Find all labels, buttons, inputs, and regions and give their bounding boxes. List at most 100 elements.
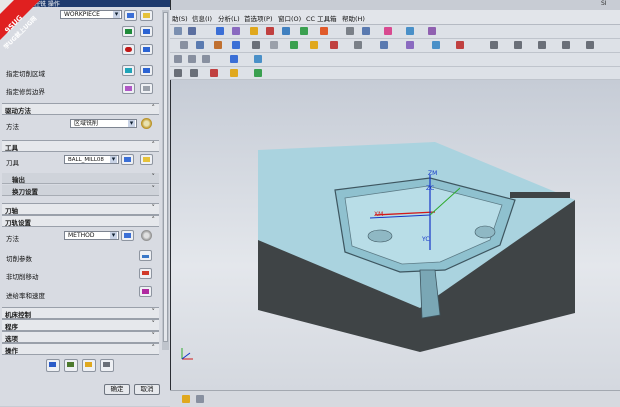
menu-item[interactable]: 信息(I) <box>192 13 212 23</box>
view-icon[interactable] <box>188 27 196 35</box>
edit-drive-method-icon[interactable] <box>141 118 152 129</box>
trim-icon[interactable] <box>290 41 298 49</box>
workpiece-select[interactable]: WORKPIECE <box>60 10 122 19</box>
flashlight-icon <box>143 68 150 73</box>
vector-icon[interactable] <box>254 69 262 77</box>
drive-method-header[interactable]: 驱动方法 ˄ <box>2 103 159 115</box>
path-method-select[interactable]: METHOD <box>64 231 119 240</box>
output-subsection[interactable]: 输出 ˅ <box>2 173 159 184</box>
render-icon[interactable] <box>230 55 238 63</box>
extrude-icon[interactable] <box>196 41 204 49</box>
measure-icon[interactable] <box>428 27 436 35</box>
replay-button[interactable] <box>64 359 78 372</box>
specify-cut-area-button[interactable] <box>122 65 135 76</box>
sketch-icon[interactable] <box>180 41 188 49</box>
cube-icon[interactable] <box>254 55 262 63</box>
verify-button[interactable] <box>82 359 96 372</box>
generate-button[interactable] <box>46 359 60 372</box>
zoom-icon[interactable] <box>202 55 210 63</box>
machine-control-header[interactable]: 机床控制 ˅ <box>2 307 159 319</box>
output-label: 输出 <box>12 176 25 184</box>
status-icon <box>196 395 204 403</box>
plane-icon[interactable] <box>562 41 570 49</box>
table-icon[interactable] <box>216 27 224 35</box>
edit-method-icon[interactable] <box>141 230 152 241</box>
surface-icon[interactable] <box>490 41 498 49</box>
thicken-icon[interactable] <box>380 41 388 49</box>
rotate-icon[interactable] <box>174 55 182 63</box>
ok-button[interactable]: 确定 <box>104 384 130 395</box>
options-header[interactable]: 选项 ˅ <box>2 331 159 343</box>
camera-icon[interactable] <box>362 27 370 35</box>
actions-header[interactable]: 操作 ˄ <box>2 343 159 355</box>
program-header[interactable]: 程序 ˅ <box>2 319 159 331</box>
menu-item[interactable]: 首选项(P) <box>244 13 273 23</box>
csys-icon[interactable] <box>230 69 238 77</box>
non-cut-moves-button[interactable] <box>139 268 152 279</box>
cancel-button[interactable]: 取消 <box>134 384 160 395</box>
specify-blank-button[interactable] <box>122 44 135 55</box>
new-tool-button[interactable] <box>121 154 134 165</box>
layout-icon[interactable] <box>174 27 182 35</box>
tool-path-settings-header[interactable]: 刀轨设置 ˄ <box>2 215 159 227</box>
select-icon[interactable] <box>174 69 182 77</box>
close-icon[interactable] <box>456 41 464 49</box>
tool-change-subsection[interactable]: 换刀设置 ˅ <box>2 185 159 196</box>
revolve-icon[interactable] <box>214 41 222 49</box>
sew-icon[interactable] <box>406 41 414 49</box>
edit-tool-button[interactable] <box>140 154 153 165</box>
cut-params-button[interactable] <box>139 250 152 261</box>
shape-icon[interactable] <box>266 27 274 35</box>
filter-icon[interactable] <box>190 69 198 77</box>
unite-icon[interactable] <box>432 41 440 49</box>
menu-item[interactable]: 分析(L) <box>218 13 240 23</box>
display-part-button[interactable] <box>140 26 153 37</box>
pan-icon[interactable] <box>188 55 196 63</box>
chevron-up-icon: ˄ <box>151 216 156 224</box>
menu-item[interactable]: 窗口(O) <box>278 13 301 23</box>
tool-axis-header[interactable]: 刀轴 ˅ <box>2 203 159 215</box>
menu-item[interactable]: CC 工具箱 <box>306 13 337 23</box>
tool-icon[interactable] <box>346 27 354 35</box>
snap-icon[interactable] <box>210 69 218 77</box>
folder-icon[interactable] <box>250 27 258 35</box>
point-icon[interactable] <box>538 41 546 49</box>
display-blank-button[interactable] <box>140 44 153 55</box>
transform-icon[interactable] <box>406 27 414 35</box>
menu-item[interactable]: 助(S) <box>172 13 188 23</box>
feeds-speeds-button[interactable] <box>139 286 152 297</box>
list-button[interactable] <box>100 359 114 372</box>
tool-select[interactable]: BALL_MILL08 <box>64 155 119 164</box>
status-icon <box>182 395 190 403</box>
view-triad <box>181 348 193 360</box>
sphere-icon[interactable] <box>282 27 290 35</box>
mirror-icon[interactable] <box>330 41 338 49</box>
new-method-button[interactable] <box>121 230 134 241</box>
display-trim-boundary-button[interactable] <box>140 83 153 94</box>
blend-icon[interactable] <box>252 41 260 49</box>
xm-axis-label: XM <box>374 211 383 218</box>
tool-header[interactable]: 工具 ˄ <box>2 140 159 152</box>
grid-icon[interactable] <box>300 27 308 35</box>
analysis-icon[interactable] <box>320 27 328 35</box>
layer-icon[interactable] <box>232 27 240 35</box>
offset-icon[interactable] <box>354 41 362 49</box>
specify-trim-boundary-button[interactable] <box>122 83 135 94</box>
mold-part-model[interactable]: ZM ZC YC XM <box>250 140 580 355</box>
pattern-icon[interactable] <box>310 41 318 49</box>
menu-item[interactable]: 帮助(H) <box>342 13 365 23</box>
method-icon <box>124 233 131 238</box>
drive-method-select[interactable]: 区域铣削 <box>70 119 137 128</box>
display-cut-area-button[interactable] <box>140 65 153 76</box>
curve-icon[interactable] <box>514 41 522 49</box>
dialog-scroll-thumb[interactable] <box>163 12 168 342</box>
datum-icon[interactable] <box>586 41 594 49</box>
brush-icon[interactable] <box>384 27 392 35</box>
non-cut-moves-label: 非切削移动 <box>6 273 39 281</box>
edit-geometry-button[interactable] <box>140 10 153 21</box>
chamfer-icon[interactable] <box>270 41 278 49</box>
new-geometry-button[interactable] <box>124 10 137 21</box>
specify-part-button[interactable] <box>122 26 135 37</box>
hole-icon[interactable] <box>232 41 240 49</box>
chevron-down-icon: ˅ <box>151 185 156 193</box>
